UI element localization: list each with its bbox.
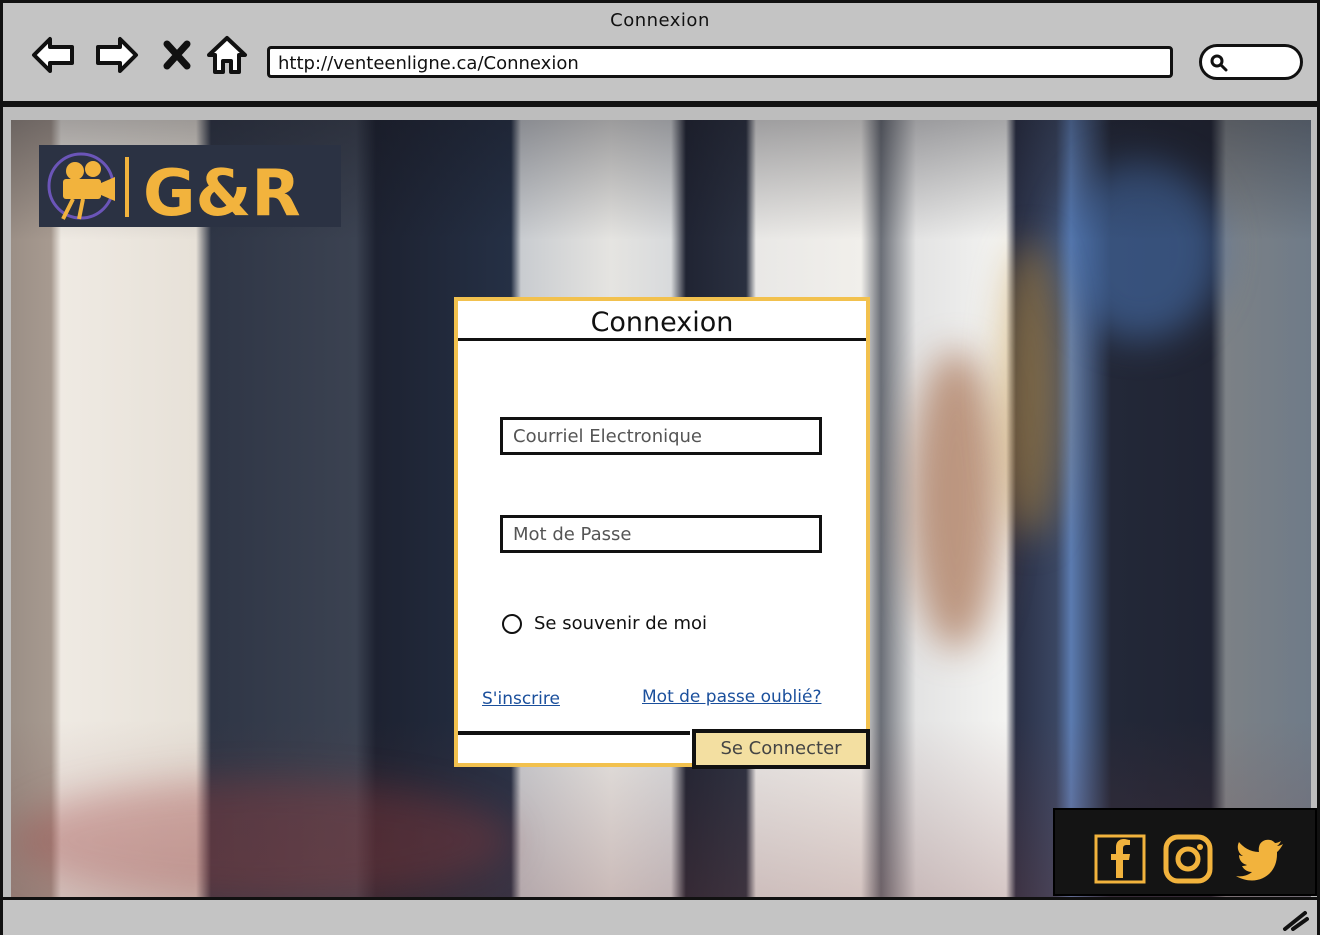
window-title: Connexion xyxy=(610,10,710,31)
login-button[interactable]: Se Connecter xyxy=(692,729,870,769)
search-icon xyxy=(1210,54,1228,72)
facebook-icon[interactable] xyxy=(1093,834,1147,884)
password-field[interactable] xyxy=(500,515,822,553)
password-input[interactable] xyxy=(513,524,809,545)
remember-me-radio[interactable] xyxy=(502,613,522,634)
browser-toolbar: Connexion http://venteenligne.ca/Connexi… xyxy=(3,3,1317,107)
login-title: Connexion xyxy=(458,301,866,341)
social-links xyxy=(1053,808,1317,896)
forgot-password-link[interactable]: Mot de passe oublié? xyxy=(642,687,821,707)
logo-text: G&R xyxy=(143,157,301,227)
forward-arrow-icon[interactable] xyxy=(93,33,141,77)
instagram-icon[interactable] xyxy=(1161,834,1215,884)
close-icon[interactable] xyxy=(153,33,201,77)
address-bar[interactable]: http://venteenligne.ca/Connexion xyxy=(267,46,1173,78)
search-box[interactable] xyxy=(1199,44,1303,80)
home-icon[interactable] xyxy=(203,33,251,77)
back-arrow-icon[interactable] xyxy=(29,33,77,77)
browser-window: Connexion http://venteenligne.ca/Connexi… xyxy=(0,0,1320,935)
brand-logo[interactable]: G&R xyxy=(39,145,341,227)
login-dialog: Connexion Se souvenir de moi S'inscrire … xyxy=(454,297,870,769)
email-input[interactable] xyxy=(513,426,809,447)
resize-grip-icon[interactable] xyxy=(1281,909,1309,931)
status-bar xyxy=(3,897,1317,935)
signup-link[interactable]: S'inscrire xyxy=(482,689,560,709)
remember-me[interactable]: Se souvenir de moi xyxy=(502,613,707,634)
divider xyxy=(458,731,690,735)
remember-me-label: Se souvenir de moi xyxy=(534,613,708,634)
twitter-icon[interactable] xyxy=(1233,834,1287,884)
email-field[interactable] xyxy=(500,417,822,455)
